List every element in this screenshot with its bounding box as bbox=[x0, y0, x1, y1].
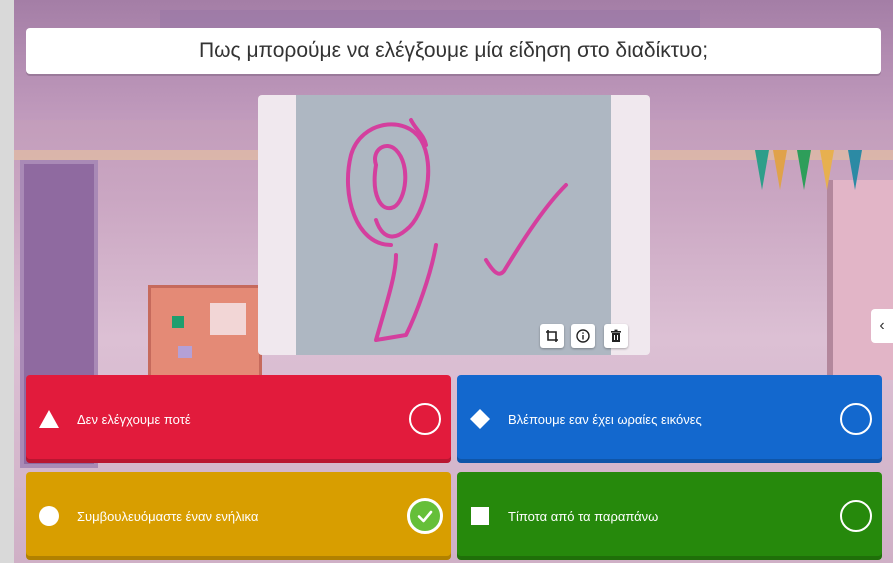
left-edge-strip bbox=[0, 0, 14, 563]
chevron-left-icon: ‹ bbox=[879, 317, 885, 334]
mark-correct-toggle-1[interactable] bbox=[409, 403, 441, 435]
answer-option-1-text: Δεν ελέγχουμε ποτέ bbox=[77, 411, 191, 427]
mark-correct-toggle-3[interactable] bbox=[407, 498, 443, 534]
answer-option-4-text: Τίποτα από τα παραπάνω bbox=[508, 508, 659, 524]
answer-option-3-text: Συμβουλευόμαστε έναν ενήλικα bbox=[77, 508, 259, 524]
crop-image-button[interactable] bbox=[540, 324, 564, 348]
triangle-icon bbox=[38, 408, 60, 430]
answer-option-2[interactable]: Βλέπουμε εαν έχει ωραίες εικόνες bbox=[457, 375, 882, 463]
answer-option-3[interactable]: Συμβουλευόμαστε έναν ενήλικα bbox=[26, 472, 451, 560]
quiz-editor-stage: Πως μπορούμε να ελέγξουμε μία είδηση στο… bbox=[0, 0, 893, 563]
background-note bbox=[172, 316, 184, 328]
answer-option-1[interactable]: Δεν ελέγχουμε ποτέ bbox=[26, 375, 451, 463]
mark-correct-toggle-4[interactable] bbox=[840, 500, 872, 532]
handwritten-nine-check-drawing bbox=[346, 118, 568, 342]
question-text: Πως μπορούμε να ελέγξουμε μία είδηση στο… bbox=[198, 39, 709, 62]
mark-correct-toggle-2[interactable] bbox=[840, 403, 872, 435]
crop-icon bbox=[546, 330, 558, 342]
image-info-button[interactable] bbox=[571, 324, 595, 348]
question-title-field[interactable]: Πως μπορούμε να ελέγξουμε μία είδηση στο… bbox=[26, 28, 881, 74]
answer-option-4[interactable]: Τίποτα από τα παραπάνω bbox=[457, 472, 882, 560]
info-icon bbox=[576, 329, 590, 343]
background-note bbox=[178, 346, 192, 358]
background-note bbox=[210, 303, 246, 335]
trash-icon bbox=[611, 329, 621, 342]
answer-option-2-text: Βλέπουμε εαν έχει ωραίες εικόνες bbox=[508, 411, 702, 427]
question-image-card bbox=[258, 95, 650, 355]
sidebar-toggle-button[interactable]: ‹ bbox=[871, 309, 893, 343]
delete-image-button[interactable] bbox=[604, 324, 628, 348]
diamond-icon bbox=[469, 408, 491, 430]
square-icon bbox=[469, 505, 491, 527]
checkmark-icon bbox=[417, 510, 433, 523]
circle-icon bbox=[38, 505, 60, 527]
background-window-right bbox=[827, 180, 893, 380]
